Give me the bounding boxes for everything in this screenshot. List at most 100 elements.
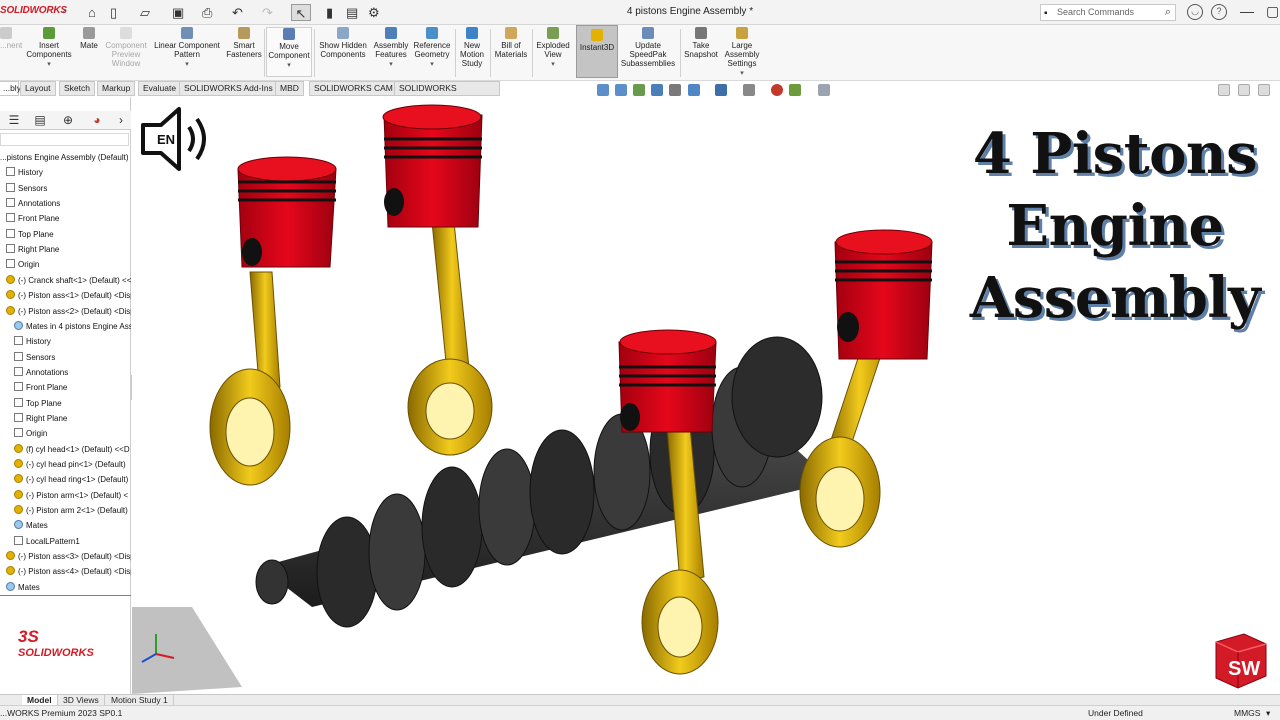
traffic-light-icon[interactable]: ▮ [326, 4, 333, 21]
zoom-to-fit-icon[interactable] [597, 84, 609, 96]
tab-markup[interactable]: Markup [97, 81, 136, 96]
crankshaft[interactable] [255, 336, 832, 628]
tree-item[interactable]: Top Plane [0, 227, 131, 242]
tree-item[interactable]: Origin [0, 257, 131, 272]
show-hidden-components-button[interactable]: Show Hidden Components [318, 27, 368, 59]
tree-item[interactable]: Front Plane [0, 211, 131, 226]
rollback-bar[interactable] [0, 595, 131, 596]
tree-item[interactable]: (-) Piston ass<4> (Default) <Displ [0, 564, 131, 579]
tree-item[interactable]: Annotations [0, 196, 131, 211]
tree-item[interactable]: Right Plane [0, 411, 131, 426]
display-manager-tab-icon[interactable]: ◕ [88, 113, 106, 128]
panel-more-icon[interactable]: › [112, 113, 130, 128]
bill-of-materials-button[interactable]: Bill of Materials [492, 27, 530, 59]
tree-item[interactable]: Origin [0, 426, 131, 441]
undo-icon[interactable]: ↶ [232, 4, 243, 21]
feature-manager-tab-icon[interactable]: ☰ [5, 113, 23, 128]
search-icon[interactable]: ⌕ [1165, 5, 1171, 20]
tree-item[interactable]: (-) cyl head ring<1> (Default) [0, 472, 131, 487]
unit-system[interactable]: MMGS [1234, 706, 1260, 720]
dropdown-arrow-icon[interactable]: ▾ [412, 60, 452, 69]
update-speedpak-button[interactable]: Update SpeedPak Subassemblies [620, 27, 676, 68]
exploded-view-button[interactable]: Exploded View ▾ [534, 27, 572, 69]
new-document-icon[interactable]: ▯ [110, 4, 117, 21]
smart-fasteners-button[interactable]: Smart Fasteners [226, 27, 262, 59]
tree-item[interactable]: (-) Cranck shaft<1> (Default) <<D [0, 273, 131, 288]
tab-inspection[interactable]: SOLIDWORKS Inspection [394, 81, 500, 106]
tab-layout[interactable]: Layout [20, 81, 56, 96]
tree-item[interactable]: Sensors [0, 350, 131, 365]
viewport-tile-icon[interactable] [1218, 84, 1230, 96]
large-assembly-settings-button[interactable]: Large Assembly Settings ▾ [722, 27, 762, 78]
component-preview-window-button[interactable]: Component Preview Window [104, 27, 148, 68]
new-motion-study-button[interactable]: New Motion Study [457, 27, 487, 68]
tree-item[interactable]: Mates [0, 518, 131, 533]
dropdown-arrow-icon[interactable]: ▾ [267, 61, 311, 70]
move-component-button[interactable]: Move Component ▾ [266, 27, 312, 77]
take-snapshot-button[interactable]: Take Snapshot [682, 27, 720, 59]
configuration-manager-tab-icon[interactable]: ⊕ [59, 113, 77, 128]
dropdown-arrow-icon[interactable]: ▾ [152, 60, 222, 69]
apply-scene-icon[interactable] [789, 84, 801, 96]
tree-item[interactable]: (-) Piston arm<1> (Default) < [0, 488, 131, 503]
tab-evaluate[interactable]: Evaluate [138, 81, 182, 96]
insert-components-button[interactable]: Insert Components ▾ [24, 27, 74, 69]
dropdown-arrow-icon[interactable]: ▾ [24, 60, 74, 69]
file-properties-icon[interactable]: ▤ [346, 4, 358, 21]
user-account-icon[interactable]: ◡ [1187, 4, 1203, 20]
tree-item[interactable]: (f) cyl head<1> (Default) <<D [0, 442, 131, 457]
print-icon[interactable]: ⎙ [202, 4, 212, 21]
view-orientation-icon[interactable] [688, 84, 700, 96]
dropdown-arrow-icon[interactable]: ▾ [534, 60, 572, 69]
assembly-features-button[interactable]: Assembly Features ▾ [372, 27, 410, 69]
home-icon[interactable]: ⌂ [88, 4, 96, 21]
dropdown-arrow-icon[interactable]: ▾ [722, 69, 762, 78]
tree-filter-input[interactable] [0, 133, 129, 146]
tab-cam[interactable]: SOLIDWORKS CAM [309, 81, 398, 96]
menu-expand-icon[interactable]: › [62, 5, 65, 16]
tree-item[interactable]: Mates [0, 580, 131, 595]
tree-item[interactable]: (-) Piston ass<2> (Default) <Displ [0, 304, 131, 319]
viewport-minimize-icon[interactable] [1238, 84, 1250, 96]
hide-show-items-icon[interactable] [743, 84, 755, 96]
tree-item[interactable]: (-) Piston arm 2<1> (Default) [0, 503, 131, 518]
flywheel-flange[interactable] [731, 336, 823, 458]
restore-icon[interactable]: ▢ [1266, 3, 1279, 20]
dropdown-arrow-icon[interactable]: ▾ [372, 60, 410, 69]
piston-assembly-2[interactable] [382, 104, 493, 456]
options-gear-icon[interactable]: ⚙ [368, 4, 380, 21]
cmd-component-button[interactable]: ...nent [0, 27, 22, 50]
tab-assembly[interactable]: ...bly [0, 81, 21, 96]
tree-item[interactable]: Right Plane [0, 242, 131, 257]
tree-item[interactable]: (-) cyl head pin<1> (Default) [0, 457, 131, 472]
tree-item[interactable]: ...pistons Engine Assembly (Default) < [0, 150, 131, 165]
viewport-close-icon[interactable] [1258, 84, 1270, 96]
solidworks-logo[interactable]: SOLIDWORKS [0, 5, 67, 16]
redo-icon[interactable]: ↷ [262, 4, 273, 21]
section-view-icon[interactable] [651, 84, 663, 96]
edit-appearance-icon[interactable] [771, 84, 783, 96]
tree-item[interactable]: History [0, 334, 131, 349]
tree-item[interactable]: History [0, 165, 131, 180]
tree-item[interactable]: Front Plane [0, 380, 131, 395]
zoom-to-area-icon[interactable] [615, 84, 627, 96]
tree-item[interactable]: Sensors [0, 181, 131, 196]
reference-geometry-button[interactable]: Reference Geometry ▾ [412, 27, 452, 69]
previous-view-icon[interactable] [633, 84, 645, 96]
view-settings-icon[interactable] [818, 84, 830, 96]
dynamic-annotation-icon[interactable] [669, 84, 681, 96]
property-manager-tab-icon[interactable]: ▤ [31, 113, 49, 128]
status-options-icon[interactable]: ▾ [1266, 706, 1270, 720]
help-icon[interactable]: ? [1211, 4, 1227, 20]
instant3d-button[interactable]: Instant3D [576, 25, 618, 78]
tab-add-ins[interactable]: SOLIDWORKS Add-Ins [179, 81, 278, 96]
tree-item[interactable]: (-) Piston ass<3> (Default) <Displ [0, 549, 131, 564]
search-commands-input[interactable]: ▪ Search Commands ⌕ [1040, 4, 1176, 21]
tree-item[interactable]: Mates in 4 pistons Engine Ass [0, 319, 131, 334]
select-arrow-icon[interactable]: ↖ [291, 4, 311, 21]
minimize-icon[interactable]: — [1240, 3, 1254, 19]
mate-button[interactable]: Mate [76, 27, 102, 50]
tree-item[interactable]: Top Plane [0, 396, 131, 411]
linear-component-pattern-button[interactable]: Linear Component Pattern ▾ [152, 27, 222, 69]
tree-item[interactable]: (-) Piston ass<1> (Default) <Displ [0, 288, 131, 303]
